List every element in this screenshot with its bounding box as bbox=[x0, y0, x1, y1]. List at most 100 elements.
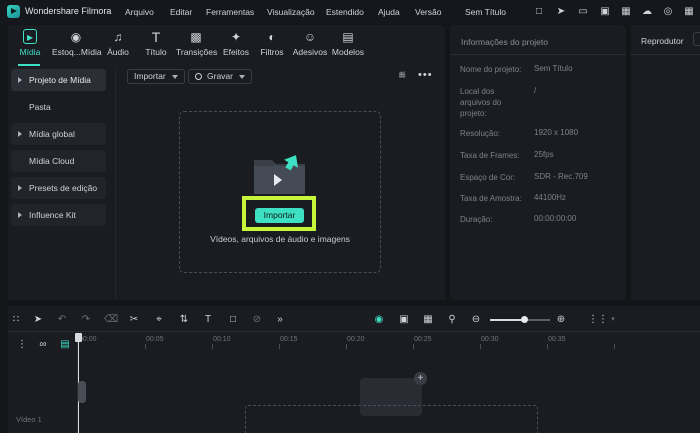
ruler-tick bbox=[145, 344, 146, 349]
ruler-label: 00:35 bbox=[548, 336, 566, 343]
player-tab-toggle[interactable] bbox=[693, 32, 700, 46]
templates-icon: ▤ bbox=[342, 30, 354, 44]
tab-transicoes[interactable]: ▩ Transições bbox=[176, 30, 217, 57]
undo-icon[interactable]: ↶ bbox=[55, 313, 69, 327]
grid-icon[interactable]: ▦ bbox=[683, 6, 695, 18]
tab-audio[interactable]: ♫ Áudio bbox=[98, 30, 138, 57]
info-label-duracao: Duração: bbox=[460, 215, 493, 224]
microphone-icon[interactable]: ⚲ bbox=[445, 313, 459, 327]
audio-icon: ♫ bbox=[113, 30, 123, 44]
menu-arquivo[interactable]: Arquivo bbox=[125, 7, 154, 17]
player-panel bbox=[631, 25, 700, 300]
playhead-handle[interactable] bbox=[75, 333, 82, 342]
sidebar-item-midia-global[interactable]: Mídia global bbox=[11, 123, 106, 145]
filmora-logo-icon bbox=[7, 5, 20, 18]
grid-menu-icon[interactable]: ⋮⋮ bbox=[588, 313, 608, 327]
tab-adesivos[interactable]: ☺ Adesivos bbox=[290, 30, 330, 57]
divider bbox=[631, 54, 700, 55]
timeline-drop-area[interactable] bbox=[245, 405, 538, 433]
menu-ajuda[interactable]: Ajuda bbox=[378, 7, 400, 17]
ai-assistant-icon[interactable]: ◉ bbox=[372, 313, 386, 327]
sidebar-item-midia-cloud[interactable]: Mídia Cloud bbox=[11, 150, 106, 172]
info-label-taxa-amostra: Taxa de Amostra: bbox=[460, 194, 522, 203]
zoom-slider-handle[interactable] bbox=[521, 316, 528, 323]
gift-icon[interactable]: □ bbox=[533, 6, 545, 18]
info-value-nome: Sem Título bbox=[534, 64, 573, 73]
filter-sort-icon[interactable]: ≝ bbox=[398, 71, 412, 83]
title-icon: T bbox=[151, 29, 161, 45]
audio-stretch-icon[interactable]: ⇅ bbox=[177, 313, 191, 327]
ruler-tick bbox=[346, 344, 347, 349]
sidebar-item-influence-kit[interactable]: Influence Kit bbox=[11, 204, 106, 226]
tab-modelos[interactable]: ▤ Modelos bbox=[328, 30, 368, 57]
frame-icon[interactable]: □ bbox=[226, 313, 240, 327]
sidebar-item-presets-de-edicao[interactable]: Presets de edição bbox=[11, 177, 106, 199]
add-media-icon[interactable]: + bbox=[414, 372, 427, 385]
send-icon[interactable]: ➤ bbox=[555, 6, 567, 18]
ruler-tick bbox=[413, 344, 414, 349]
image-icon[interactable]: ▣ bbox=[599, 6, 611, 18]
monitor-icon[interactable]: ▭ bbox=[577, 6, 589, 18]
ruler-label: 00:20 bbox=[347, 336, 365, 343]
transitions-icon: ▩ bbox=[190, 30, 202, 44]
more-tools-icon[interactable]: » bbox=[273, 313, 287, 327]
text-icon[interactable]: T bbox=[201, 313, 215, 327]
add-track-icon[interactable]: ⋮ bbox=[15, 338, 29, 352]
record-dropdown[interactable]: Gravar bbox=[188, 69, 252, 84]
info-value-taxa-frames: 25fps bbox=[534, 150, 554, 159]
info-label-resolucao: Resolução: bbox=[460, 129, 501, 138]
tab-midia[interactable]: ▸ Mídia bbox=[10, 29, 50, 57]
track-label-video-1: Vídeo 1 bbox=[16, 415, 42, 424]
menu-ferramentas[interactable]: Ferramentas bbox=[206, 7, 254, 17]
snapshot-icon[interactable]: ▣ bbox=[397, 313, 411, 327]
track-scroll-handle[interactable] bbox=[78, 381, 86, 403]
ruler-label: 00:05 bbox=[146, 336, 164, 343]
track-settings-icon[interactable]: ▤ bbox=[58, 338, 72, 352]
tab-estoque-midia[interactable]: ◉ Estoq...Mídia bbox=[52, 30, 102, 57]
sidebar-item-projeto-de-midia[interactable]: Projeto de Mídia bbox=[11, 69, 106, 91]
info-label-local: Local dos arquivos do projeto: bbox=[460, 87, 502, 118]
zoom-slider-fill bbox=[490, 319, 524, 321]
link-icon[interactable]: ∞ bbox=[36, 338, 50, 352]
delete-icon[interactable]: ⌫ bbox=[104, 313, 118, 327]
menu-visualizacao[interactable]: Visualização bbox=[267, 7, 315, 17]
ruler-label: 00:10 bbox=[213, 336, 231, 343]
cloud-upload-icon[interactable]: ☁ bbox=[641, 6, 653, 18]
zoom-out-icon[interactable]: ⊖ bbox=[469, 313, 483, 327]
info-value-espaco-cor: SDR - Rec.709 bbox=[534, 172, 588, 181]
divider bbox=[450, 54, 626, 55]
tab-efeitos[interactable]: ✦ Efeitos bbox=[216, 30, 256, 57]
split-icon[interactable]: ✂ bbox=[127, 313, 141, 327]
dropzone-hint: Vídeos, arquivos de áudio e imagens bbox=[210, 234, 350, 244]
headset-icon[interactable]: ◎ bbox=[662, 6, 674, 18]
caret-right-icon bbox=[18, 185, 22, 191]
save-icon[interactable]: ▦ bbox=[620, 6, 632, 18]
redo-icon[interactable]: ↷ bbox=[79, 313, 93, 327]
menu-estendido[interactable]: Estendido bbox=[326, 7, 364, 17]
ruler-tick bbox=[279, 344, 280, 349]
import-dropdown[interactable]: Importar bbox=[127, 69, 185, 84]
stock-media-icon: ◉ bbox=[70, 30, 82, 44]
import-button[interactable]: Importar bbox=[255, 208, 304, 223]
auto-highlight-icon[interactable]: ▦ bbox=[421, 313, 435, 327]
info-value-resolucao: 1920 x 1080 bbox=[534, 128, 579, 137]
filters-icon: ◐ bbox=[268, 30, 276, 44]
ruler-tick bbox=[212, 344, 213, 349]
tab-filtros[interactable]: ◐ Filtros bbox=[252, 30, 292, 57]
info-value-taxa-amostra: 44100Hz bbox=[534, 193, 567, 202]
chevron-down-icon bbox=[171, 74, 178, 79]
zoom-in-icon[interactable]: ⊕ bbox=[554, 313, 568, 327]
layout-icon[interactable]: ∷ bbox=[9, 313, 23, 327]
tab-titulo[interactable]: T Título bbox=[136, 30, 176, 57]
project-info-title: Informações do projeto bbox=[461, 37, 548, 47]
menu-editar[interactable]: Editar bbox=[170, 7, 192, 17]
more-options-icon[interactable]: ••• bbox=[418, 69, 432, 81]
menu-versao[interactable]: Versão bbox=[415, 7, 441, 17]
chevron-down-icon[interactable]: ▾ bbox=[606, 313, 620, 327]
app-name: Wondershare Filmora bbox=[25, 6, 112, 16]
mask-icon[interactable]: ⊘ bbox=[250, 313, 264, 327]
sidebar-item-pasta[interactable]: Pasta bbox=[11, 96, 106, 118]
ruler-tick bbox=[480, 344, 481, 349]
select-tool-icon[interactable]: ➤ bbox=[31, 313, 45, 327]
crop-icon[interactable]: ⌖ bbox=[152, 313, 166, 327]
